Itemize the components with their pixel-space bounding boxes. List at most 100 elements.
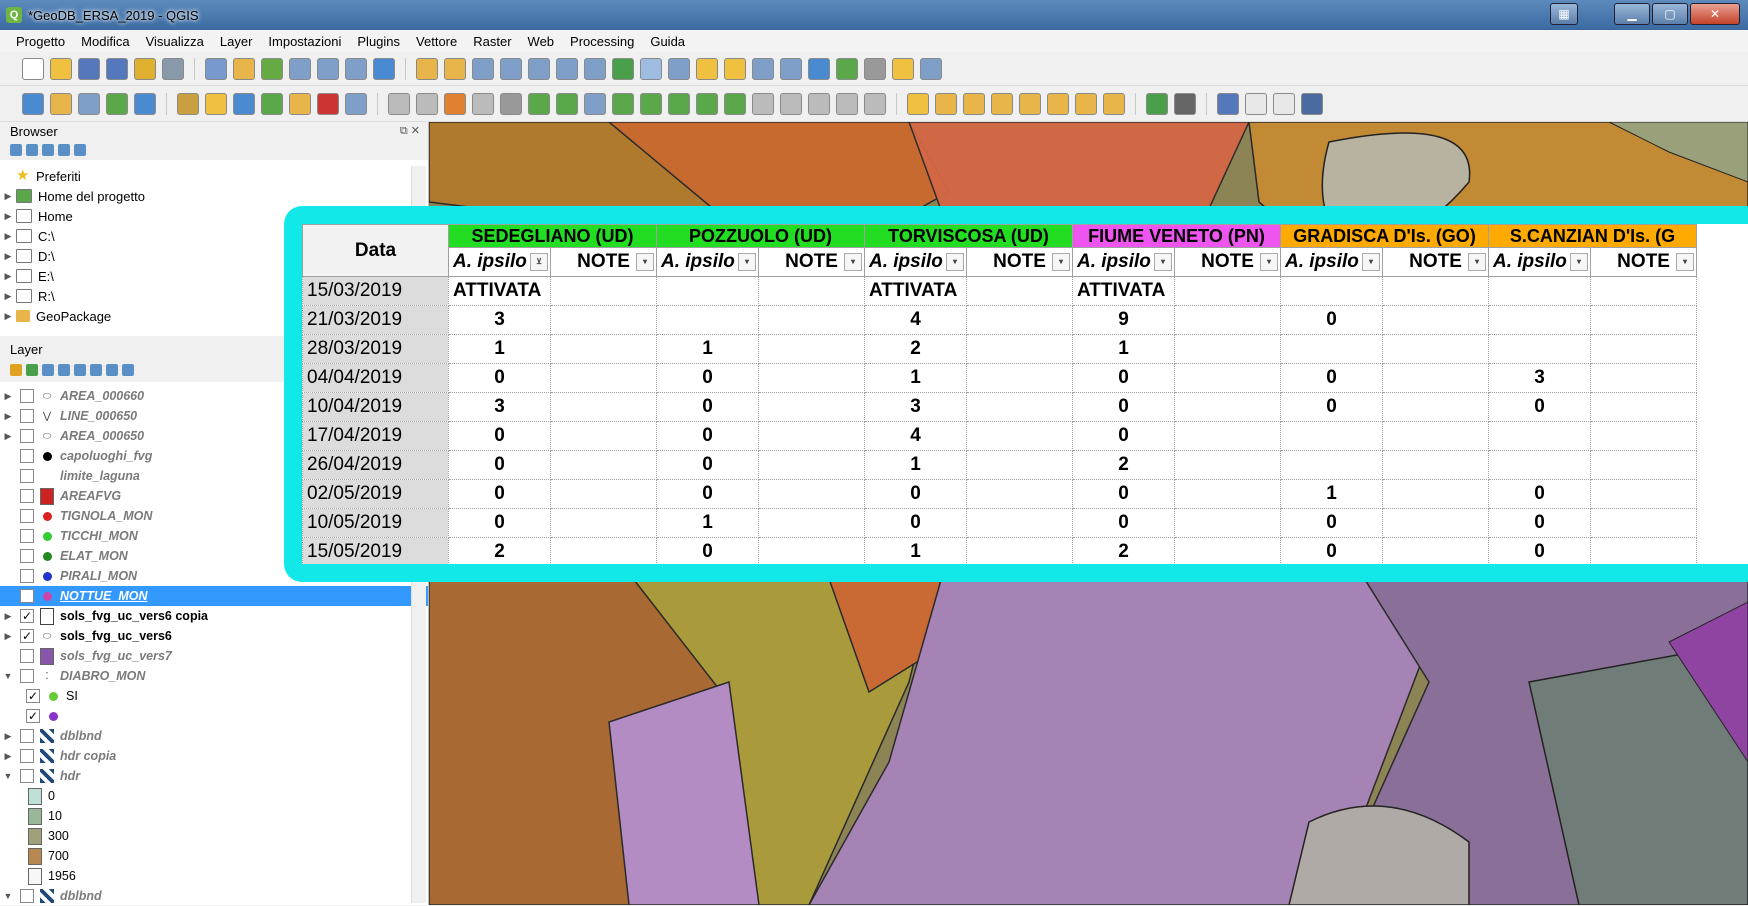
note-cell[interactable] xyxy=(966,392,1073,422)
menu-layer[interactable]: Layer xyxy=(212,34,261,49)
count-cell[interactable] xyxy=(656,276,759,306)
add-selected-icon[interactable] xyxy=(10,144,22,156)
layer-item[interactable]: 10 xyxy=(0,806,428,826)
note-cell[interactable] xyxy=(1174,334,1281,364)
note-cell[interactable] xyxy=(758,363,865,393)
toolbar-tool-icon[interactable] xyxy=(724,92,746,115)
toolbar-tool-icon[interactable] xyxy=(752,57,774,80)
toolbar-tool-icon[interactable] xyxy=(134,57,156,80)
count-cell[interactable]: 0 xyxy=(1488,479,1591,509)
count-cell[interactable]: 4 xyxy=(864,305,967,335)
expand-arrow-icon[interactable]: ▼ xyxy=(0,771,16,781)
count-cell[interactable]: 1 xyxy=(656,334,759,364)
count-cell[interactable]: 0 xyxy=(1072,508,1175,538)
toolbar-tool-icon[interactable] xyxy=(472,92,494,115)
toolbar-tool-icon[interactable] xyxy=(1103,92,1125,115)
layer-item[interactable]: ▼ dblbnd xyxy=(0,886,428,906)
note-cell[interactable] xyxy=(966,450,1073,480)
layer-visibility-checkbox[interactable]: ✓ xyxy=(26,689,40,703)
layer-visibility-checkbox[interactable]: ✓ xyxy=(26,709,40,723)
remove-layer-icon[interactable] xyxy=(122,364,134,376)
note-cell[interactable] xyxy=(1382,508,1489,538)
note-cell[interactable] xyxy=(1382,363,1489,393)
note-cell[interactable] xyxy=(1174,392,1281,422)
count-cell[interactable] xyxy=(1280,450,1383,480)
toolbar-tool-icon[interactable] xyxy=(78,92,100,115)
menu-modifica[interactable]: Modifica xyxy=(73,34,137,49)
note-cell[interactable] xyxy=(966,421,1073,451)
expand-arrow-icon[interactable]: ▶ xyxy=(0,411,16,422)
toolbar-tool-icon[interactable] xyxy=(1146,92,1168,115)
toolbar-tool-icon[interactable] xyxy=(22,57,44,80)
count-cell[interactable]: 3 xyxy=(448,305,551,335)
count-cell[interactable]: 2 xyxy=(448,537,551,564)
count-cell[interactable]: 0 xyxy=(656,421,759,451)
note-cell[interactable] xyxy=(1174,479,1281,509)
toolbar-tool-icon[interactable] xyxy=(106,92,128,115)
menu-plugins[interactable]: Plugins xyxy=(349,34,408,49)
filter-dropdown-icon[interactable]: ▾ xyxy=(1154,253,1172,271)
expand-arrow-icon[interactable]: ▶ xyxy=(0,391,16,402)
toolbar-tool-icon[interactable] xyxy=(205,92,227,115)
expand-arrow-icon[interactable]: ▶ xyxy=(0,291,16,302)
expand-arrow-icon[interactable]: ▶ xyxy=(0,731,16,742)
note-cell[interactable] xyxy=(1174,305,1281,335)
count-cell[interactable]: 0 xyxy=(1280,305,1383,335)
note-cell[interactable] xyxy=(758,537,865,564)
toolbar-tool-icon[interactable] xyxy=(1075,92,1097,115)
layer-style-icon[interactable] xyxy=(10,364,22,376)
count-cell[interactable]: 0 xyxy=(448,508,551,538)
layer-visibility-checkbox[interactable] xyxy=(20,569,34,583)
note-cell[interactable] xyxy=(758,479,865,509)
note-cell[interactable] xyxy=(1382,537,1489,564)
maximize-button[interactable]: ▢ xyxy=(1652,3,1688,25)
note-cell[interactable] xyxy=(550,479,657,509)
layer-item[interactable]: ▶ ✓ sols_fvg_uc_vers6 copia xyxy=(0,606,428,626)
toolbar-tool-icon[interactable] xyxy=(177,92,199,115)
layer-visibility-checkbox[interactable] xyxy=(20,449,34,463)
toolbar-tool-icon[interactable] xyxy=(22,92,44,115)
column-header-note[interactable]: NOTE ▾ xyxy=(1174,247,1281,277)
count-cell[interactable]: 1 xyxy=(1280,479,1383,509)
layer-visibility-checkbox[interactable] xyxy=(20,529,34,543)
note-cell[interactable] xyxy=(1382,392,1489,422)
column-header-a-ipsilon[interactable]: A. ipsilo ▾ xyxy=(1280,247,1383,277)
column-header-a-ipsilon[interactable]: A. ipsilo ⊻ xyxy=(448,247,551,277)
toolbar-tool-icon[interactable] xyxy=(920,57,942,80)
toolbar-tool-icon[interactable] xyxy=(808,92,830,115)
note-cell[interactable] xyxy=(966,305,1073,335)
toolbar-tool-icon[interactable] xyxy=(907,92,929,115)
toolbar-tool-icon[interactable] xyxy=(289,92,311,115)
note-cell[interactable] xyxy=(758,334,865,364)
layer-visibility-checkbox[interactable] xyxy=(20,749,34,763)
collapse-all-icon[interactable] xyxy=(106,364,118,376)
filter-dropdown-icon[interactable]: ▾ xyxy=(1362,253,1380,271)
count-cell[interactable]: 1 xyxy=(864,363,967,393)
toolbar-tool-icon[interactable] xyxy=(1301,92,1323,115)
menu-web[interactable]: Web xyxy=(520,34,563,49)
count-cell[interactable]: 0 xyxy=(656,537,759,564)
column-header-note[interactable]: NOTE ▾ xyxy=(1590,247,1697,277)
toolbar-tool-icon[interactable] xyxy=(1217,92,1239,115)
collapse-icon[interactable] xyxy=(58,144,70,156)
count-cell[interactable] xyxy=(1488,305,1591,335)
properties-icon[interactable] xyxy=(74,144,86,156)
expand-arrow-icon[interactable]: ▶ xyxy=(0,271,16,282)
count-cell[interactable]: ATTIVATA xyxy=(1072,276,1175,306)
count-cell[interactable]: ATTIVATA xyxy=(448,276,551,306)
layer-visibility-checkbox[interactable] xyxy=(20,489,34,503)
toolbar-tool-icon[interactable] xyxy=(1245,92,1267,115)
note-cell[interactable] xyxy=(1382,421,1489,451)
note-cell[interactable] xyxy=(1174,421,1281,451)
note-cell[interactable] xyxy=(1590,334,1697,364)
toolbar-tool-icon[interactable] xyxy=(696,92,718,115)
toolbar-tool-icon[interactable] xyxy=(289,57,311,80)
column-header-note[interactable]: NOTE ▾ xyxy=(1382,247,1489,277)
note-cell[interactable] xyxy=(550,305,657,335)
toolbar-tool-icon[interactable] xyxy=(78,57,100,80)
note-cell[interactable] xyxy=(1174,276,1281,306)
add-group-icon[interactable] xyxy=(26,364,38,376)
toolbar-tool-icon[interactable] xyxy=(724,57,746,80)
date-cell[interactable]: 17/04/2019 xyxy=(302,421,449,451)
note-cell[interactable] xyxy=(1174,537,1281,564)
